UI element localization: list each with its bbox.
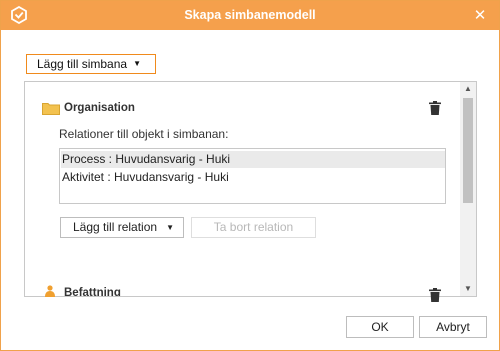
section-title-organisation: Organisation <box>64 102 135 114</box>
person-icon <box>45 285 55 297</box>
relations-list[interactable]: Process : Huvudansvarig - Huki Aktivitet… <box>59 148 446 204</box>
close-icon: ✕ <box>473 7 487 24</box>
scroll-up-icon[interactable]: ▲ <box>460 82 476 96</box>
remove-relation-button: Ta bort relation <box>191 217 316 238</box>
list-item[interactable]: Process : Huvudansvarig - Huki <box>61 151 445 168</box>
relations-label: Relationer till objekt i simbanan: <box>59 127 229 141</box>
add-relation-dropdown-button[interactable]: Lägg till relation ▼ <box>60 217 184 238</box>
caret-down-icon: ▼ <box>166 223 174 232</box>
scroll-down-icon[interactable]: ▼ <box>460 282 476 296</box>
add-lane-label: Lägg till simbana <box>37 57 128 71</box>
cancel-button[interactable]: Avbryt <box>419 316 487 338</box>
panel-scrollbar[interactable]: ▲ ▼ <box>460 82 476 296</box>
section-title-befattning: Befattning <box>64 287 121 296</box>
list-item[interactable]: Aktivitet : Huvudansvarig - Huki <box>61 169 445 186</box>
scroll-thumb[interactable] <box>463 98 473 203</box>
trash-icon[interactable] <box>429 288 441 302</box>
close-button[interactable]: ✕ <box>470 6 490 26</box>
add-lane-dropdown-button[interactable]: Lägg till simbana ▼ <box>26 54 156 74</box>
folder-icon <box>42 103 60 115</box>
title-bar: Skapa simbanemodell ✕ <box>1 1 499 30</box>
ok-button[interactable]: OK <box>346 316 414 338</box>
caret-down-icon: ▼ <box>133 59 141 68</box>
add-relation-label: Lägg till relation <box>73 220 158 234</box>
trash-icon[interactable] <box>429 101 441 115</box>
dialog-title: Skapa simbanemodell <box>184 8 316 22</box>
